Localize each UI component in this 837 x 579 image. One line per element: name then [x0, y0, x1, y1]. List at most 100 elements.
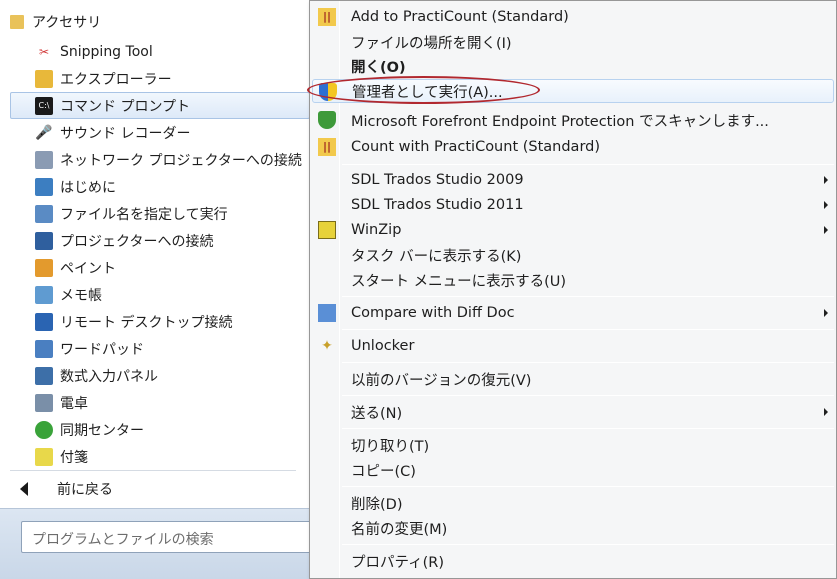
menu-item-unlocker[interactable]: ✦ Unlocker: [312, 334, 834, 358]
program-label: ファイル名を指定して実行: [60, 206, 228, 223]
run-icon: [35, 204, 53, 223]
program-item-snipping-tool[interactable]: ✂ Snipping Tool: [0, 38, 312, 65]
menu-item-send-to[interactable]: 送る(N): [312, 400, 834, 424]
unlocker-wand-icon: ✦: [321, 338, 333, 354]
menu-item-compare-diff-doc[interactable]: Compare with Diff Doc: [312, 301, 834, 325]
annotation-oval: [307, 76, 540, 104]
program-item-explorer[interactable]: エクスプローラー: [0, 65, 312, 92]
search-input[interactable]: プログラムとファイルの検索: [21, 521, 313, 553]
menu-item-label: タスク バーに表示する(K): [351, 248, 522, 265]
menu-item-open-file-location[interactable]: ファイルの場所を開く(I): [312, 30, 834, 54]
program-item-math-input-panel[interactable]: 数式入力パネル: [0, 362, 312, 389]
submenu-arrow-icon: [824, 201, 828, 209]
sticky-notes-icon: [35, 447, 53, 466]
menu-item-label: Unlocker: [351, 338, 415, 354]
menu-item-pin-to-taskbar[interactable]: タスク バーに表示する(K): [312, 243, 834, 267]
notepad-icon: [35, 285, 53, 304]
folder-label: アクセサリ: [32, 15, 102, 31]
menu-item-label: Count with PractiCount (Standard): [351, 139, 601, 155]
program-item-sound-recorder[interactable]: 🎤 サウンド レコーダー: [0, 119, 312, 146]
program-label: サウンド レコーダー: [60, 125, 191, 142]
menu-item-add-to-practicount[interactable]: || Add to PractiCount (Standard): [312, 5, 834, 29]
program-item-calculator[interactable]: 電卓: [0, 389, 312, 416]
start-menu-programs-panel: アクセサリ ✂ Snipping Tool エクスプローラー C:\ コマンド …: [0, 0, 313, 579]
program-item-run[interactable]: ファイル名を指定して実行: [0, 200, 312, 227]
menu-item-copy[interactable]: コピー(C): [312, 458, 834, 482]
forefront-shield-icon: [318, 111, 336, 129]
program-item-getting-started[interactable]: はじめに: [0, 173, 312, 200]
program-item-sync-center[interactable]: 同期センター: [0, 416, 312, 443]
menu-separator: [342, 395, 834, 396]
menu-item-label: Add to PractiCount (Standard): [351, 9, 569, 25]
menu-item-label: SDL Trados Studio 2009: [351, 172, 524, 188]
menu-item-label: スタート メニューに表示する(U): [351, 273, 567, 290]
getting-started-icon: [35, 177, 53, 196]
menu-separator: [342, 544, 834, 545]
winzip-icon: [318, 221, 336, 239]
accessories-folder[interactable]: アクセサリ: [0, 10, 312, 34]
program-item-sticky-notes[interactable]: 付箋: [0, 443, 312, 470]
menu-item-label: SDL Trados Studio 2011: [351, 197, 524, 213]
program-label: 同期センター: [60, 422, 144, 439]
menu-item-open[interactable]: 開く(O): [312, 54, 834, 78]
program-label: プロジェクターへの接続: [60, 233, 214, 250]
program-label: リモート デスクトップ接続: [60, 314, 233, 331]
menu-item-delete[interactable]: 削除(D): [312, 491, 834, 515]
menu-item-pin-to-start-menu[interactable]: スタート メニューに表示する(U): [312, 268, 834, 292]
menu-item-label: Compare with Diff Doc: [351, 305, 515, 321]
calculator-icon: [35, 393, 53, 412]
program-label: エクスプローラー: [60, 71, 172, 88]
program-label: Snipping Tool: [60, 43, 153, 60]
menu-item-properties[interactable]: プロパティ(R): [312, 549, 834, 573]
menu-separator: [342, 329, 834, 330]
microphone-icon: 🎤: [35, 123, 53, 142]
menu-separator: [342, 486, 834, 487]
diff-doc-icon: [318, 304, 336, 322]
program-item-notepad[interactable]: メモ帳: [0, 281, 312, 308]
paint-icon: [35, 258, 53, 277]
menu-item-label: 以前のバージョンの復元(V): [351, 372, 532, 389]
program-label: 電卓: [60, 395, 88, 412]
program-item-wordpad[interactable]: ワードパッド: [0, 335, 312, 362]
program-item-command-prompt[interactable]: C:\ コマンド プロンプト: [10, 92, 310, 119]
menu-item-count-with-practicount[interactable]: || Count with PractiCount (Standard): [312, 135, 834, 159]
menu-item-trados-2011[interactable]: SDL Trados Studio 2011: [312, 193, 834, 217]
network-projector-icon: [35, 150, 53, 169]
menu-item-winzip[interactable]: WinZip: [312, 218, 834, 242]
menu-item-label: 開く(O): [351, 59, 406, 76]
program-item-connect-projector[interactable]: プロジェクターへの接続: [0, 227, 312, 254]
menu-item-label: 切り取り(T): [351, 438, 430, 455]
menu-item-cut[interactable]: 切り取り(T): [312, 433, 834, 457]
wordpad-icon: [35, 339, 53, 358]
menu-item-label: プロパティ(R): [351, 554, 445, 571]
program-label: はじめに: [60, 179, 116, 196]
menu-item-rename[interactable]: 名前の変更(M): [312, 516, 834, 540]
program-label: 付箋: [60, 449, 88, 466]
folder-icon: [10, 15, 24, 29]
menu-item-label: 送る(N): [351, 405, 403, 422]
program-item-remote-desktop[interactable]: リモート デスクトップ接続: [0, 308, 312, 335]
menu-item-label: Microsoft Forefront Endpoint Protection …: [351, 113, 769, 130]
sync-center-icon: [35, 420, 53, 439]
program-item-paint[interactable]: ペイント: [0, 254, 312, 281]
menu-separator: [342, 362, 834, 363]
menu-item-label: WinZip: [351, 222, 402, 238]
program-item-network-projector[interactable]: ネットワーク プロジェクターへの接続: [0, 146, 312, 173]
program-label: コマンド プロンプト: [60, 98, 191, 115]
program-label: ネットワーク プロジェクターへの接続: [60, 152, 302, 169]
back-button[interactable]: 前に戻る: [0, 476, 312, 502]
menu-separator: [342, 428, 834, 429]
projector-icon: [35, 231, 53, 250]
submenu-arrow-icon: [824, 176, 828, 184]
submenu-arrow-icon: [824, 226, 828, 234]
program-label: 数式入力パネル: [60, 368, 158, 385]
menu-item-trados-2009[interactable]: SDL Trados Studio 2009: [312, 168, 834, 192]
practicount-icon: ||: [318, 8, 336, 26]
menu-item-label: コピー(C): [351, 463, 416, 480]
back-label: 前に戻る: [57, 482, 113, 498]
menu-item-forefront-scan[interactable]: Microsoft Forefront Endpoint Protection …: [312, 108, 834, 132]
program-label: ワードパッド: [60, 341, 144, 358]
menu-item-restore-previous-versions[interactable]: 以前のバージョンの復元(V): [312, 367, 834, 391]
menu-item-label: ファイルの場所を開く(I): [351, 35, 512, 52]
program-list: ✂ Snipping Tool エクスプローラー C:\ コマンド プロンプト …: [0, 38, 312, 470]
